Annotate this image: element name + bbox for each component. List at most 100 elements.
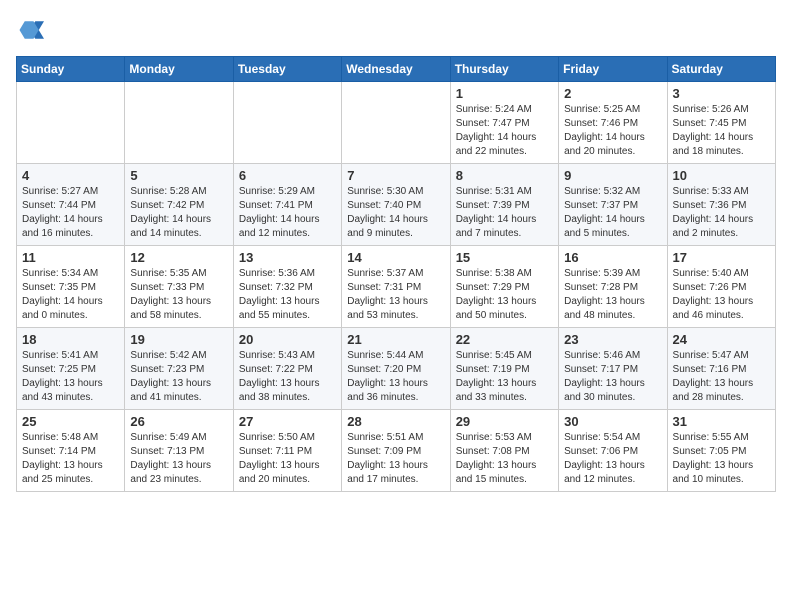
calendar-cell: 6 Sunrise: 5:29 AM Sunset: 7:41 PM Daylig… xyxy=(233,164,341,246)
day-number: 6 xyxy=(239,168,336,183)
day-info: Sunrise: 5:51 AM Sunset: 7:09 PM Dayligh… xyxy=(347,431,444,487)
calendar-cell: 18 Sunrise: 5:41 AM Sunset: 7:25 PM Dayli… xyxy=(17,328,125,410)
calendar-cell: 5 Sunrise: 5:28 AM Sunset: 7:42 PM Daylig… xyxy=(125,164,233,246)
day-number: 11 xyxy=(22,250,119,265)
calendar-cell: 28 Sunrise: 5:51 AM Sunset: 7:09 PM Dayli… xyxy=(342,410,450,492)
calendar-cell: 20 Sunrise: 5:43 AM Sunset: 7:22 PM Dayli… xyxy=(233,328,341,410)
day-number: 3 xyxy=(673,86,770,101)
weekday-header-thursday: Thursday xyxy=(450,57,558,82)
day-info: Sunrise: 5:54 AM Sunset: 7:06 PM Dayligh… xyxy=(564,431,661,487)
day-info: Sunrise: 5:34 AM Sunset: 7:35 PM Dayligh… xyxy=(22,267,119,323)
day-number: 23 xyxy=(564,332,661,347)
day-number: 27 xyxy=(239,414,336,429)
day-number: 15 xyxy=(456,250,553,265)
day-info: Sunrise: 5:55 AM Sunset: 7:05 PM Dayligh… xyxy=(673,431,770,487)
calendar-cell: 1 Sunrise: 5:24 AM Sunset: 7:47 PM Daylig… xyxy=(450,82,558,164)
calendar-cell xyxy=(342,82,450,164)
day-info: Sunrise: 5:41 AM Sunset: 7:25 PM Dayligh… xyxy=(22,349,119,405)
calendar-cell: 23 Sunrise: 5:46 AM Sunset: 7:17 PM Dayli… xyxy=(559,328,667,410)
weekday-header-tuesday: Tuesday xyxy=(233,57,341,82)
calendar-cell: 15 Sunrise: 5:38 AM Sunset: 7:29 PM Dayli… xyxy=(450,246,558,328)
day-number: 29 xyxy=(456,414,553,429)
day-number: 30 xyxy=(564,414,661,429)
day-info: Sunrise: 5:27 AM Sunset: 7:44 PM Dayligh… xyxy=(22,185,119,241)
day-number: 10 xyxy=(673,168,770,183)
day-info: Sunrise: 5:29 AM Sunset: 7:41 PM Dayligh… xyxy=(239,185,336,241)
day-number: 20 xyxy=(239,332,336,347)
calendar-cell: 3 Sunrise: 5:26 AM Sunset: 7:45 PM Daylig… xyxy=(667,82,775,164)
day-info: Sunrise: 5:30 AM Sunset: 7:40 PM Dayligh… xyxy=(347,185,444,241)
weekday-header-saturday: Saturday xyxy=(667,57,775,82)
day-number: 21 xyxy=(347,332,444,347)
calendar-cell: 8Sunrise: 5:31 AM Sunset: 7:39 PM Daylig… xyxy=(450,164,558,246)
day-info: Sunrise: 5:25 AM Sunset: 7:46 PM Dayligh… xyxy=(564,103,661,159)
weekday-header-sunday: Sunday xyxy=(17,57,125,82)
day-info: Sunrise: 5:46 AM Sunset: 7:17 PM Dayligh… xyxy=(564,349,661,405)
day-number: 2 xyxy=(564,86,661,101)
calendar-cell: 7 Sunrise: 5:30 AM Sunset: 7:40 PM Daylig… xyxy=(342,164,450,246)
calendar-cell: 10Sunrise: 5:33 AM Sunset: 7:36 PM Dayli… xyxy=(667,164,775,246)
page-header xyxy=(16,16,776,44)
calendar-cell: 14 Sunrise: 5:37 AM Sunset: 7:31 PM Dayli… xyxy=(342,246,450,328)
weekday-header-wednesday: Wednesday xyxy=(342,57,450,82)
calendar-cell: 25Sunrise: 5:48 AM Sunset: 7:14 PM Dayli… xyxy=(17,410,125,492)
day-info: Sunrise: 5:47 AM Sunset: 7:16 PM Dayligh… xyxy=(673,349,770,405)
calendar-cell: 11 Sunrise: 5:34 AM Sunset: 7:35 PM Dayli… xyxy=(17,246,125,328)
day-info: Sunrise: 5:42 AM Sunset: 7:23 PM Dayligh… xyxy=(130,349,227,405)
day-info: Sunrise: 5:53 AM Sunset: 7:08 PM Dayligh… xyxy=(456,431,553,487)
day-info: Sunrise: 5:36 AM Sunset: 7:32 PM Dayligh… xyxy=(239,267,336,323)
day-info: Sunrise: 5:35 AM Sunset: 7:33 PM Dayligh… xyxy=(130,267,227,323)
calendar-cell: 24Sunrise: 5:47 AM Sunset: 7:16 PM Dayli… xyxy=(667,328,775,410)
day-info: Sunrise: 5:44 AM Sunset: 7:20 PM Dayligh… xyxy=(347,349,444,405)
calendar-cell: 2 Sunrise: 5:25 AM Sunset: 7:46 PM Daylig… xyxy=(559,82,667,164)
day-info: Sunrise: 5:37 AM Sunset: 7:31 PM Dayligh… xyxy=(347,267,444,323)
day-info: Sunrise: 5:28 AM Sunset: 7:42 PM Dayligh… xyxy=(130,185,227,241)
calendar-table: SundayMondayTuesdayWednesdayThursdayFrid… xyxy=(16,56,776,492)
day-number: 8 xyxy=(456,168,553,183)
logo xyxy=(16,16,48,44)
day-info: Sunrise: 5:45 AM Sunset: 7:19 PM Dayligh… xyxy=(456,349,553,405)
day-info: Sunrise: 5:32 AM Sunset: 7:37 PM Dayligh… xyxy=(564,185,661,241)
calendar-cell: 19Sunrise: 5:42 AM Sunset: 7:23 PM Dayli… xyxy=(125,328,233,410)
day-number: 12 xyxy=(130,250,227,265)
day-number: 22 xyxy=(456,332,553,347)
day-info: Sunrise: 5:49 AM Sunset: 7:13 PM Dayligh… xyxy=(130,431,227,487)
day-number: 28 xyxy=(347,414,444,429)
day-number: 13 xyxy=(239,250,336,265)
calendar-cell xyxy=(125,82,233,164)
day-info: Sunrise: 5:48 AM Sunset: 7:14 PM Dayligh… xyxy=(22,431,119,487)
day-number: 26 xyxy=(130,414,227,429)
calendar-cell: 30 Sunrise: 5:54 AM Sunset: 7:06 PM Dayli… xyxy=(559,410,667,492)
logo-icon xyxy=(16,16,44,44)
calendar-cell: 27 Sunrise: 5:50 AM Sunset: 7:11 PM Dayli… xyxy=(233,410,341,492)
day-number: 17 xyxy=(673,250,770,265)
day-number: 7 xyxy=(347,168,444,183)
calendar-cell: 22 Sunrise: 5:45 AM Sunset: 7:19 PM Dayli… xyxy=(450,328,558,410)
day-info: Sunrise: 5:38 AM Sunset: 7:29 PM Dayligh… xyxy=(456,267,553,323)
calendar-cell: 13 Sunrise: 5:36 AM Sunset: 7:32 PM Dayli… xyxy=(233,246,341,328)
calendar-cell: 9 Sunrise: 5:32 AM Sunset: 7:37 PM Daylig… xyxy=(559,164,667,246)
day-info: Sunrise: 5:39 AM Sunset: 7:28 PM Dayligh… xyxy=(564,267,661,323)
calendar-week-4: 18 Sunrise: 5:41 AM Sunset: 7:25 PM Dayli… xyxy=(17,328,776,410)
day-info: Sunrise: 5:24 AM Sunset: 7:47 PM Dayligh… xyxy=(456,103,553,159)
day-number: 9 xyxy=(564,168,661,183)
calendar-week-1: 1 Sunrise: 5:24 AM Sunset: 7:47 PM Daylig… xyxy=(17,82,776,164)
day-info: Sunrise: 5:26 AM Sunset: 7:45 PM Dayligh… xyxy=(673,103,770,159)
day-info: Sunrise: 5:43 AM Sunset: 7:22 PM Dayligh… xyxy=(239,349,336,405)
day-number: 4 xyxy=(22,168,119,183)
calendar-cell: 17 Sunrise: 5:40 AM Sunset: 7:26 PM Dayli… xyxy=(667,246,775,328)
calendar-week-2: 4 Sunrise: 5:27 AM Sunset: 7:44 PM Daylig… xyxy=(17,164,776,246)
day-info: Sunrise: 5:50 AM Sunset: 7:11 PM Dayligh… xyxy=(239,431,336,487)
weekday-header-friday: Friday xyxy=(559,57,667,82)
calendar-cell: 31 Sunrise: 5:55 AM Sunset: 7:05 PM Dayli… xyxy=(667,410,775,492)
day-number: 1 xyxy=(456,86,553,101)
day-info: Sunrise: 5:40 AM Sunset: 7:26 PM Dayligh… xyxy=(673,267,770,323)
weekday-header-monday: Monday xyxy=(125,57,233,82)
day-number: 5 xyxy=(130,168,227,183)
day-number: 14 xyxy=(347,250,444,265)
day-number: 31 xyxy=(673,414,770,429)
calendar-cell xyxy=(17,82,125,164)
day-number: 18 xyxy=(22,332,119,347)
calendar-cell: 29 Sunrise: 5:53 AM Sunset: 7:08 PM Dayli… xyxy=(450,410,558,492)
calendar-week-3: 11 Sunrise: 5:34 AM Sunset: 7:35 PM Dayli… xyxy=(17,246,776,328)
